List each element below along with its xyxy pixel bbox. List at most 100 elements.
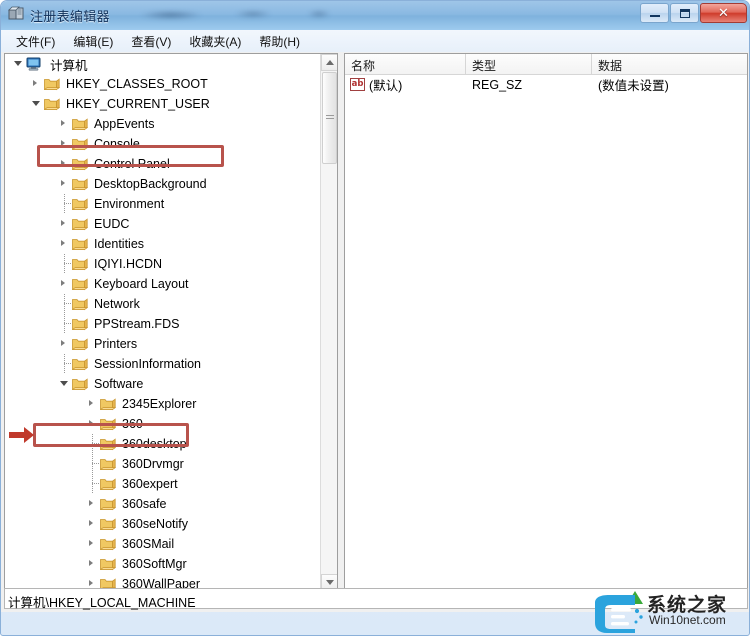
folder-icon <box>72 297 90 311</box>
expand-arrow-icon[interactable] <box>85 534 100 554</box>
tree-node-360smail[interactable]: 360SMail <box>5 534 321 554</box>
tree-node-360desktop[interactable]: 360desktop <box>5 434 321 454</box>
menu-file[interactable]: 文件(F) <box>7 31 64 52</box>
expand-arrow-icon[interactable] <box>57 154 72 174</box>
tree-node-network[interactable]: Network <box>5 294 321 314</box>
folder-icon <box>44 77 62 91</box>
tree-node-identities[interactable]: Identities <box>5 234 321 254</box>
expand-arrow-icon[interactable] <box>85 514 100 534</box>
expand-arrow-icon[interactable] <box>85 494 100 514</box>
value-type: REG_SZ <box>472 77 523 92</box>
tree-node-label: Identities <box>94 237 145 251</box>
tree-node-sessioninformation[interactable]: SessionInformation <box>5 354 321 374</box>
tree-node-software[interactable]: Software <box>5 374 321 394</box>
tree-scroll-up-button[interactable] <box>321 54 337 71</box>
folder-icon <box>100 397 118 411</box>
folder-icon <box>100 457 118 471</box>
folder-icon <box>72 257 90 271</box>
collapse-arrow-icon[interactable] <box>57 374 72 394</box>
tree-node-hkey-current-user[interactable]: HKEY_CURRENT_USER <box>5 94 321 114</box>
menu-bar: 文件(F) 编辑(E) 查看(V) 收藏夹(A) 帮助(H) <box>1 30 749 52</box>
tree-node-label: 2345Explorer <box>122 397 197 411</box>
tree-node-label: Software <box>94 377 144 391</box>
expand-arrow-icon[interactable] <box>57 274 72 294</box>
folder-icon <box>100 537 118 551</box>
tree-node-360senotify[interactable]: 360seNotify <box>5 514 321 534</box>
menu-help[interactable]: 帮助(H) <box>250 31 309 52</box>
tree-node-iqiyi-hcdn[interactable]: IQIYI.HCDN <box>5 254 321 274</box>
folder-icon <box>72 177 90 191</box>
collapse-arrow-icon[interactable] <box>11 54 26 74</box>
tree-node-eudc[interactable]: EUDC <box>5 214 321 234</box>
registry-tree-pane[interactable]: 计算机 HKEY_CLASSES_ROOT HKEY_CURRENT_USER App… <box>4 53 338 609</box>
expand-arrow-icon[interactable] <box>85 394 100 414</box>
folder-icon <box>72 377 90 391</box>
expand-arrow-icon[interactable] <box>57 174 72 194</box>
tree-node-ppstream-fds[interactable]: PPStream.FDS <box>5 314 321 334</box>
chevron-up-icon <box>325 60 334 65</box>
chevron-down-icon <box>325 580 334 585</box>
folder-icon <box>72 217 90 231</box>
maximize-button[interactable] <box>670 3 699 23</box>
tree-node-label: 360Drvmgr <box>122 457 184 471</box>
tree-node-environment[interactable]: Environment <box>5 194 321 214</box>
minimize-button[interactable] <box>640 3 669 23</box>
expand-arrow-icon[interactable] <box>57 334 72 354</box>
values-column-header[interactable]: 名称 类型 数据 <box>345 54 747 75</box>
tree-node-control-panel[interactable]: Control Panel <box>5 154 321 174</box>
expand-arrow-icon[interactable] <box>57 134 72 154</box>
folder-icon <box>100 437 118 451</box>
tree-node-desktopbackground[interactable]: DesktopBackground <box>5 174 321 194</box>
tree-node-label: 计算机 <box>50 58 88 73</box>
tree-node-label: PPStream.FDS <box>94 317 180 331</box>
computer-icon <box>26 57 46 71</box>
tree-node-hkey-classes-root[interactable]: HKEY_CLASSES_ROOT <box>5 74 321 94</box>
menu-view[interactable]: 查看(V) <box>122 31 180 52</box>
tree-node-label: HKEY_CURRENT_USER <box>66 97 210 111</box>
expand-arrow-icon[interactable] <box>85 554 100 574</box>
value-name: (默认) <box>369 79 403 93</box>
tree-node-console[interactable]: Console <box>5 134 321 154</box>
expand-arrow-icon[interactable] <box>29 74 44 94</box>
expand-arrow-icon[interactable] <box>85 414 100 434</box>
close-button[interactable]: ✕ <box>700 3 747 23</box>
tree-node-360safe[interactable]: 360safe <box>5 494 321 514</box>
expand-arrow-icon[interactable] <box>57 234 72 254</box>
maximize-icon <box>671 4 698 22</box>
menu-edit[interactable]: 编辑(E) <box>64 31 122 52</box>
expand-arrow-icon[interactable] <box>57 214 72 234</box>
tree-node-label: 360SoftMgr <box>122 557 187 571</box>
title-bar[interactable]: 注册表编辑器 ✕ <box>1 1 749 30</box>
tree-node-label: SessionInformation <box>94 357 202 371</box>
tree-node-2345explorer[interactable]: 2345Explorer <box>5 394 321 414</box>
folder-icon <box>72 117 90 131</box>
value-data: (数值未设置) <box>598 79 669 93</box>
folder-icon <box>72 137 90 151</box>
tree-node-printers[interactable]: Printers <box>5 334 321 354</box>
column-header-name[interactable]: 名称 <box>345 54 466 74</box>
tree-node-360expert[interactable]: 360expert <box>5 474 321 494</box>
tree-connector <box>57 294 72 314</box>
tree-node-label: 360desktop <box>122 437 187 451</box>
tree-node-360softmgr[interactable]: 360SoftMgr <box>5 554 321 574</box>
tree-node-360[interactable]: 360 <box>5 414 321 434</box>
column-header-data[interactable]: 数据 <box>592 54 747 74</box>
tree-node-label: 360expert <box>122 477 178 491</box>
registry-values-pane[interactable]: 名称 类型 数据 ab (默认) REG_SZ (数值未设置) <box>344 53 748 609</box>
collapse-arrow-icon[interactable] <box>29 94 44 114</box>
tree-node-360drvmgr[interactable]: 360Drvmgr <box>5 454 321 474</box>
title-redacted-text <box>129 4 365 24</box>
tree-node-appevents[interactable]: AppEvents <box>5 114 321 134</box>
folder-icon <box>100 517 118 531</box>
values-list[interactable]: ab (默认) REG_SZ (数值未设置) <box>345 75 747 94</box>
registry-tree[interactable]: 计算机 HKEY_CLASSES_ROOT HKEY_CURRENT_USER App… <box>5 54 321 591</box>
tree-vertical-scrollbar[interactable] <box>320 54 337 591</box>
tree-node-keyboard-layout[interactable]: Keyboard Layout <box>5 274 321 294</box>
tree-scroll-thumb[interactable] <box>322 72 337 164</box>
tree-node--[interactable]: 计算机 <box>5 54 321 74</box>
menu-favorites[interactable]: 收藏夹(A) <box>180 31 250 52</box>
column-header-type[interactable]: 类型 <box>466 54 592 74</box>
expand-arrow-icon[interactable] <box>57 114 72 134</box>
tree-node-label: Control Panel <box>94 157 170 171</box>
value-row[interactable]: ab (默认) REG_SZ (数值未设置) <box>345 75 747 94</box>
